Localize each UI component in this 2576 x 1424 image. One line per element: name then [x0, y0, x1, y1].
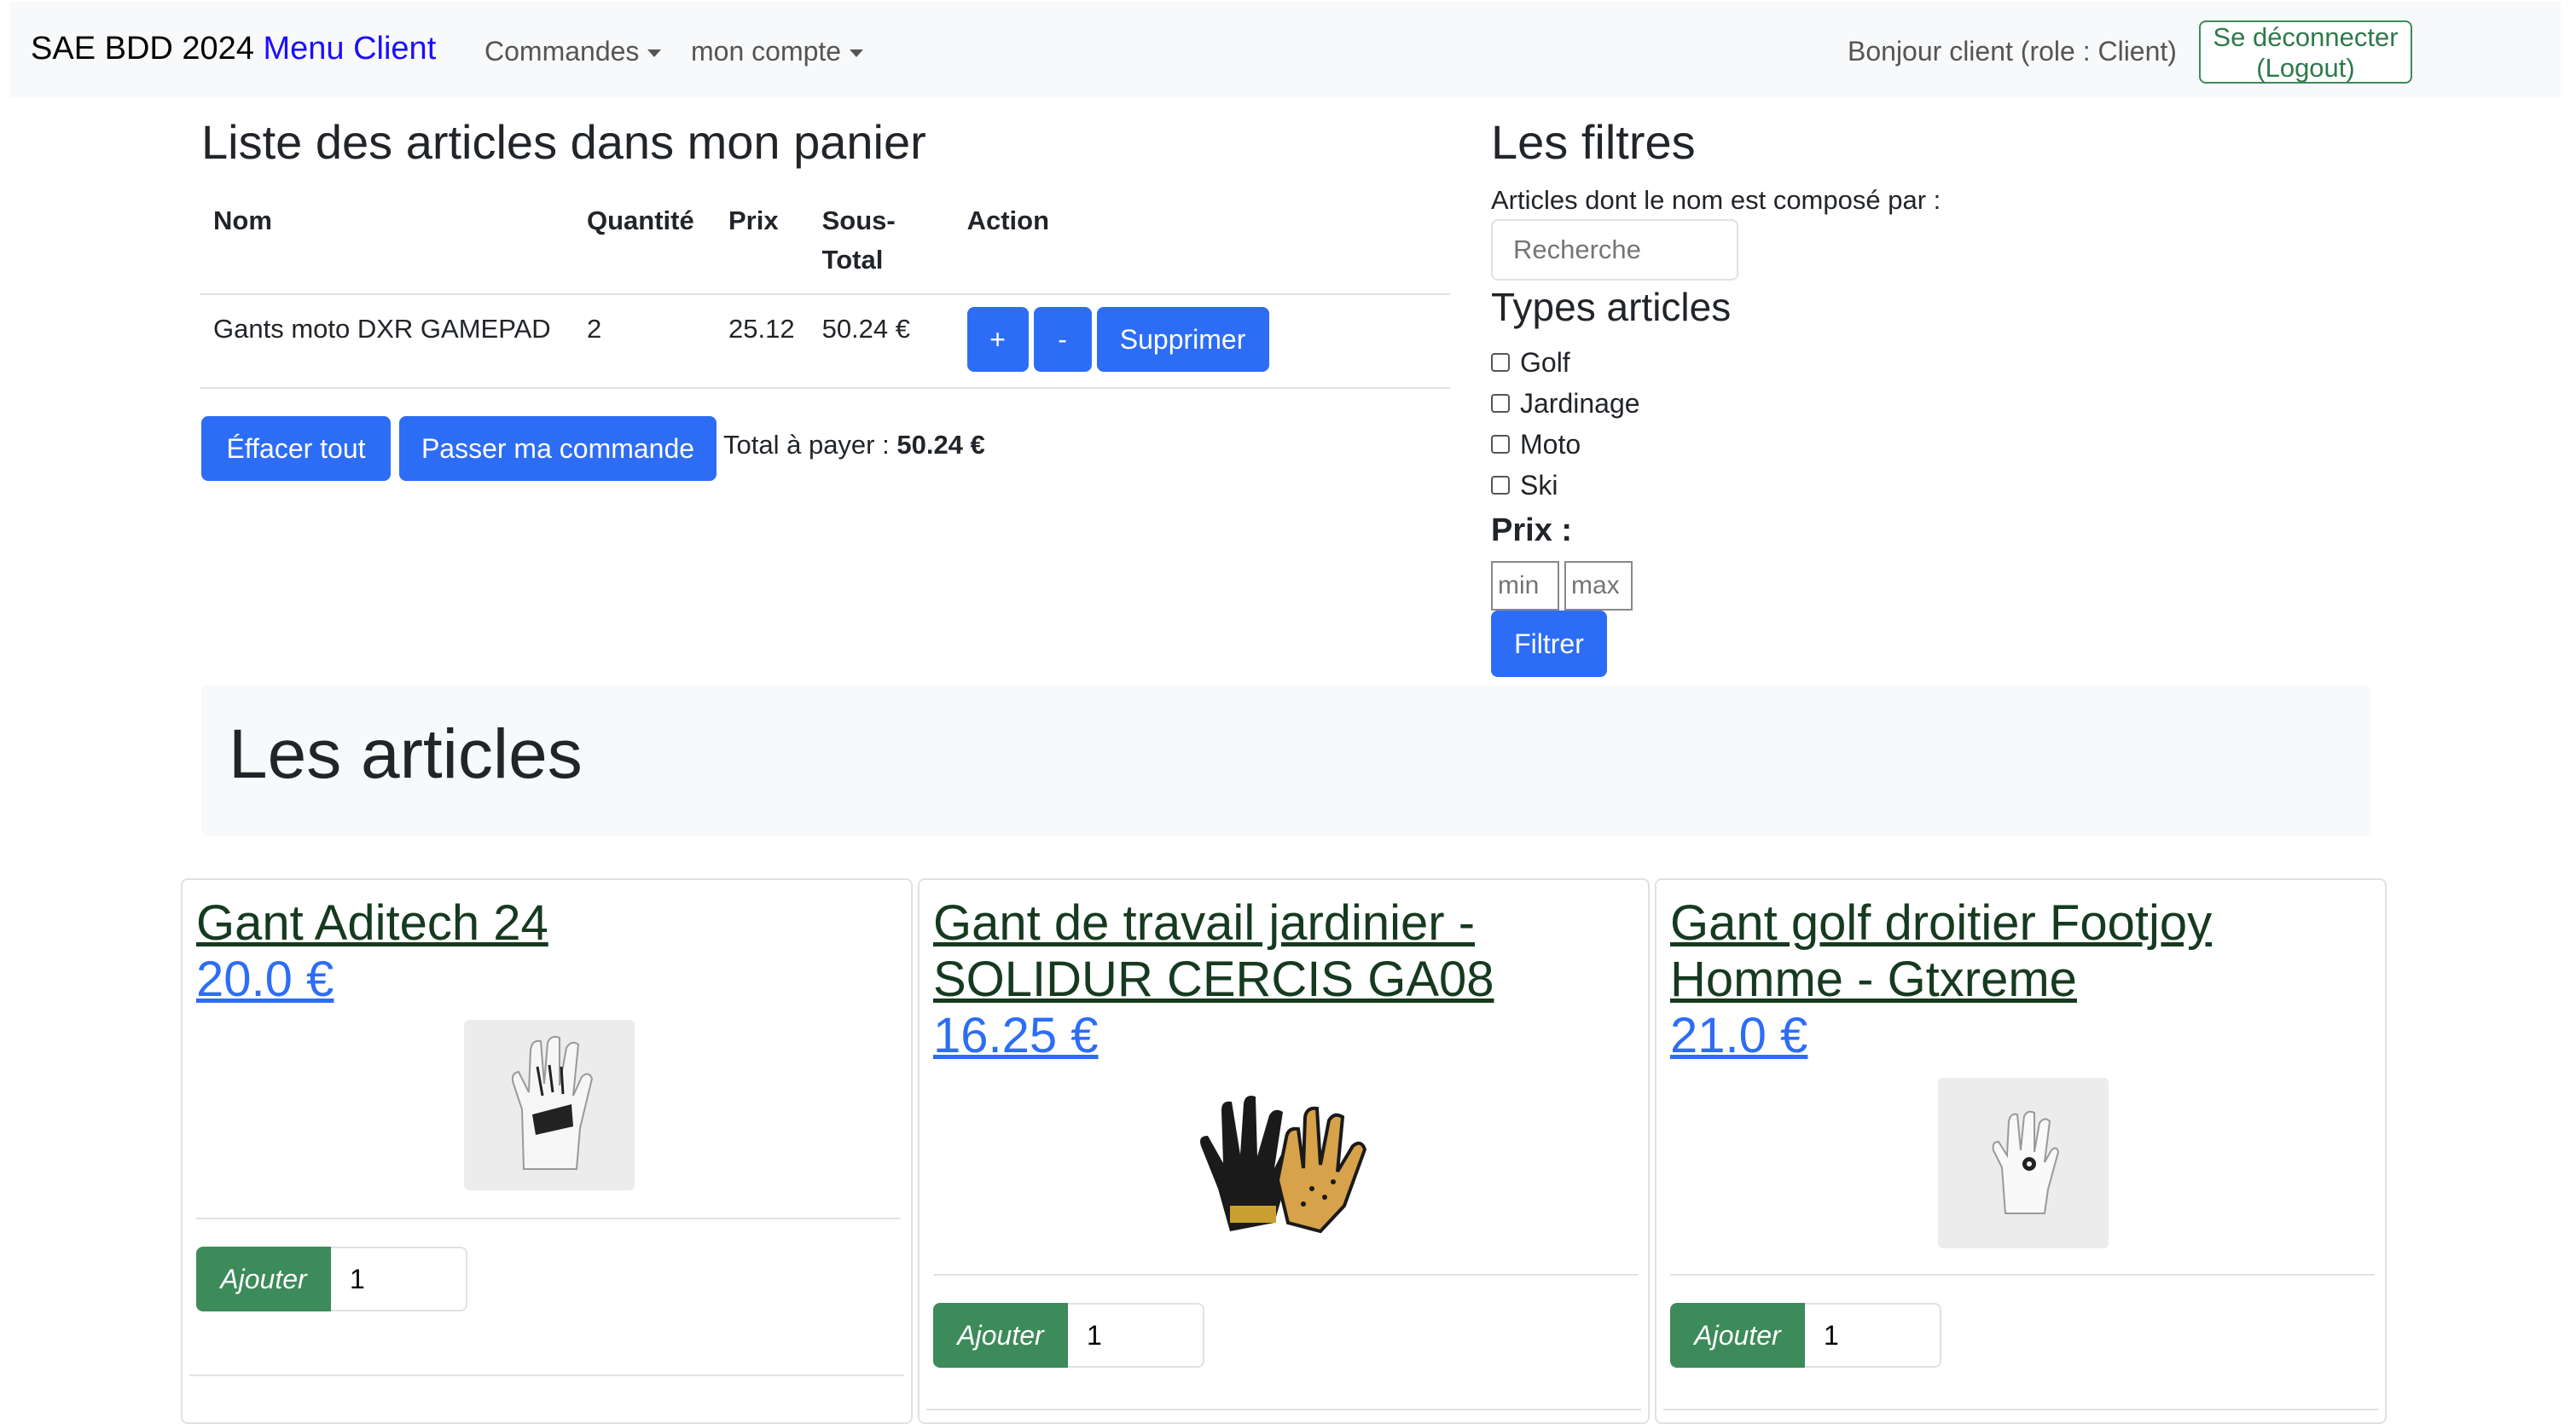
header-sous-total: Sous-Total	[821, 205, 896, 275]
commandes-dropdown[interactable]: Commandes	[484, 36, 662, 67]
cell-actions: + - Supprimer	[953, 293, 1450, 389]
type-label: Jardinage	[1520, 387, 1640, 419]
mon-compte-label: mon compte	[691, 36, 842, 67]
caret-down-icon	[850, 49, 864, 58]
checkbox[interactable]	[1491, 476, 1510, 495]
total-label: Total à payer :	[723, 430, 890, 460]
type-checkbox-jardinage[interactable]: Jardinage	[1491, 383, 2003, 424]
articles-title: Les articles	[229, 715, 583, 793]
cell-sous-total: 50.24 €	[808, 293, 954, 389]
article-card: Gant Aditech 24 20.0 € Ajouter	[181, 878, 913, 1424]
add-to-cart-group: Ajouter	[1670, 1303, 1941, 1368]
golf-glove-icon	[1938, 1078, 2109, 1248]
types-title: Types articles	[1491, 285, 1732, 329]
clear-cart-button[interactable]: Éffacer tout	[201, 416, 391, 481]
total-value: 50.24 €	[896, 430, 985, 460]
navbar: SAE BDD 2024 Menu Client Commandes mon c…	[10, 2, 2561, 97]
card-footer-divider	[1663, 1409, 2378, 1410]
header-action: Action	[966, 205, 1050, 235]
type-label: Golf	[1520, 346, 1570, 378]
price-range	[1491, 561, 2003, 611]
decrement-button[interactable]: -	[1033, 307, 1092, 372]
filter-button[interactable]: Filtrer	[1491, 611, 1607, 677]
card-footer-divider	[189, 1375, 904, 1376]
article-card: Gant de travail jardinier - SOLIDUR CERC…	[918, 878, 1650, 1424]
article-link[interactable]: Gant golf droitier Footjoy Homme - Gtxre…	[1670, 895, 2378, 1064]
price-title: Prix :	[1491, 512, 1573, 548]
card-footer-divider	[926, 1409, 1641, 1410]
article-price: 21.0 €	[1670, 1008, 1808, 1063]
divider	[933, 1274, 1638, 1276]
checkbox[interactable]	[1491, 394, 1510, 413]
cart-title: Liste des articles dans mon panier	[201, 115, 926, 169]
logout-button[interactable]: Se déconnecter (Logout)	[2199, 20, 2412, 84]
article-price: 16.25 €	[933, 1008, 1099, 1063]
add-to-cart-button[interactable]: Ajouter	[196, 1247, 331, 1311]
caret-down-icon	[647, 49, 662, 58]
article-link[interactable]: Gant Aditech 24 20.0 €	[196, 895, 904, 1008]
divider	[1670, 1274, 2375, 1276]
header-nom: Nom	[213, 205, 272, 235]
article-link[interactable]: Gant de travail jardinier - SOLIDUR CERC…	[933, 895, 1641, 1064]
increment-button[interactable]: +	[966, 307, 1029, 372]
work-glove-icon	[1192, 1086, 1380, 1240]
header-prix: Prix	[728, 205, 779, 235]
article-name: Gant de travail jardinier - SOLIDUR CERC…	[933, 895, 1494, 1007]
add-to-cart-button[interactable]: Ajouter	[1670, 1303, 1805, 1368]
type-label: Ski	[1520, 469, 1558, 501]
type-checkbox-golf[interactable]: Golf	[1491, 342, 2003, 383]
price-min-input[interactable]	[1491, 561, 1559, 611]
header-quantite: Quantité	[587, 205, 694, 235]
brand-title: SAE BDD 2024	[31, 31, 254, 67]
divider	[196, 1218, 901, 1219]
type-checkbox-ski[interactable]: Ski	[1491, 465, 2003, 506]
add-to-cart-button[interactable]: Ajouter	[933, 1303, 1068, 1368]
article-price: 20.0 €	[196, 952, 334, 1007]
cart-table: Nom Quantité Prix Sous-Total Action Gant…	[200, 194, 1450, 389]
price-max-input[interactable]	[1564, 561, 1633, 611]
quantity-input[interactable]	[1805, 1303, 1941, 1368]
checkbox[interactable]	[1491, 353, 1510, 372]
delete-button[interactable]: Supprimer	[1096, 307, 1269, 372]
name-filter-label: Articles dont le nom est composé par :	[1491, 185, 1941, 215]
cart-actions: Éffacer tout Passer ma commande Total à …	[201, 416, 985, 481]
article-name: Gant Aditech 24	[196, 895, 548, 951]
type-checkbox-moto[interactable]: Moto	[1491, 424, 2003, 465]
quantity-input[interactable]	[331, 1247, 467, 1311]
cell-nom: Gants moto DXR GAMEPAD	[200, 293, 573, 389]
type-label: Moto	[1520, 428, 1581, 460]
cell-prix: 25.12	[715, 293, 809, 389]
mon-compte-dropdown[interactable]: mon compte	[691, 36, 864, 67]
brand[interactable]: SAE BDD 2024 Menu Client	[31, 31, 436, 67]
checkbox[interactable]	[1491, 435, 1510, 454]
articles-header: Les articles	[201, 686, 2371, 836]
golf-glove-icon	[464, 1020, 635, 1190]
cell-quantite: 2	[573, 293, 715, 389]
place-order-button[interactable]: Passer ma commande	[399, 416, 717, 481]
quantity-input[interactable]	[1068, 1303, 1204, 1368]
article-name: Gant golf droitier Footjoy Homme - Gtxre…	[1670, 895, 2213, 1007]
search-input[interactable]	[1491, 219, 1738, 281]
filters-panel: Les filtres Articles dont le nom est com…	[1491, 114, 2003, 677]
cart-total: Total à payer : 50.24 €	[723, 430, 985, 460]
add-to-cart-group: Ajouter	[933, 1303, 1204, 1368]
filters-title: Les filtres	[1491, 115, 1696, 169]
table-row: Gants moto DXR GAMEPAD 2 25.12 50.24 € +…	[200, 293, 1450, 389]
brand-menu-client: Menu Client	[263, 31, 437, 67]
add-to-cart-group: Ajouter	[196, 1247, 467, 1311]
article-card: Gant golf droitier Footjoy Homme - Gtxre…	[1655, 878, 2387, 1424]
greeting-text: Bonjour client (role : Client)	[1848, 36, 2177, 67]
commandes-label: Commandes	[484, 36, 640, 67]
